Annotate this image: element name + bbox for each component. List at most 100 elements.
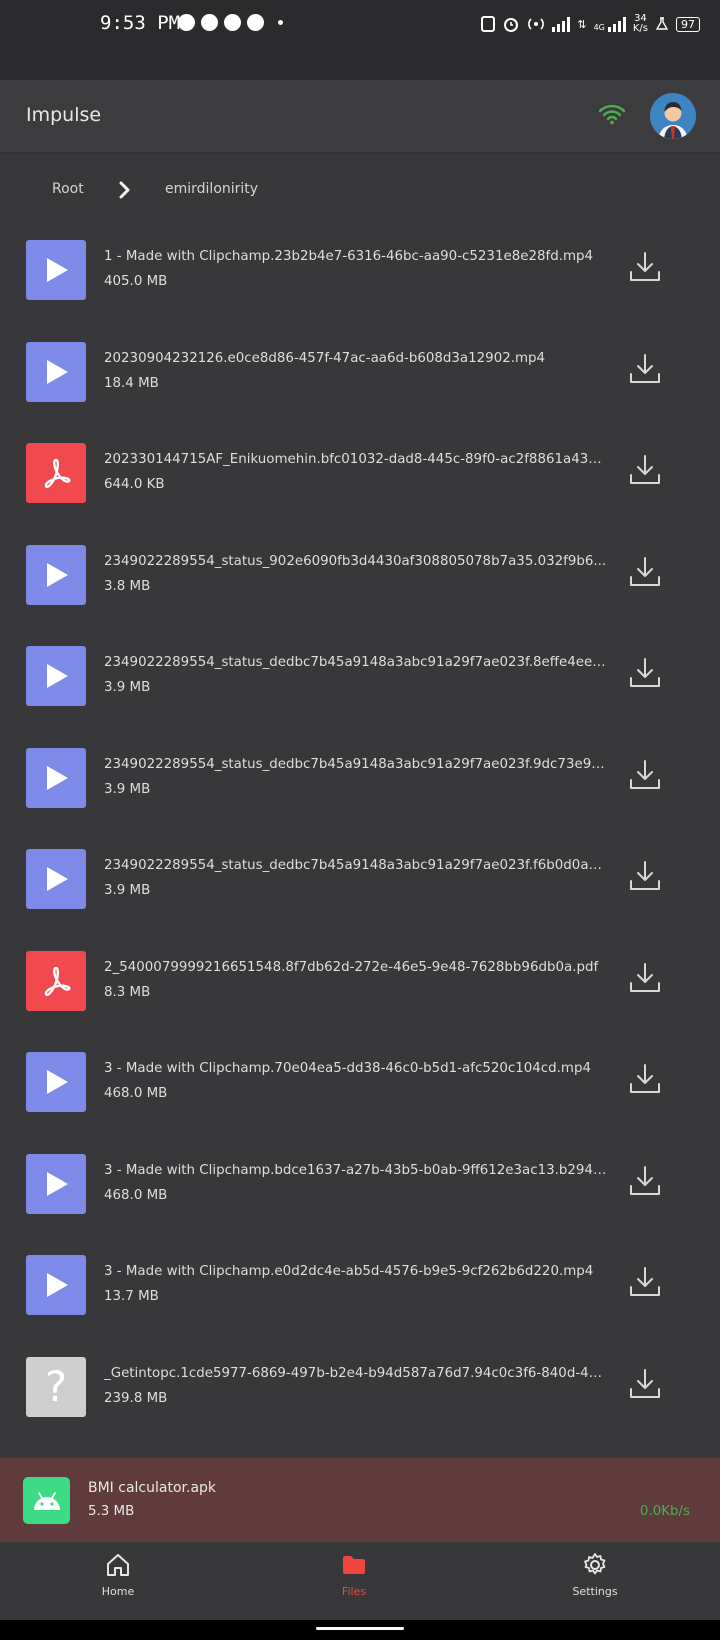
file-size: 13.7 MB	[104, 1289, 159, 1304]
breadcrumb-current[interactable]: emirdilonirity	[165, 181, 258, 197]
file-row[interactable]: 3 - Made with Clipchamp.e0d2dc4e-ab5d-45…	[0, 1245, 720, 1347]
download-icon[interactable]	[628, 453, 662, 487]
file-name: 3 - Made with Clipchamp.70e04ea5-dd38-46…	[104, 1061, 591, 1076]
file-thumbnail	[26, 950, 86, 1011]
home-gesture-handle[interactable]	[316, 1627, 404, 1630]
download-speed: 0.0Kb/s	[639, 1504, 690, 1519]
file-size: 468.0 MB	[104, 1187, 168, 1203]
chevron-right-icon	[119, 181, 130, 199]
signal-4g-icon: 4G	[594, 16, 626, 32]
android-icon	[33, 1491, 60, 1510]
file-row[interactable]: 2349022289554_status_902e6090fb3d4430af3…	[0, 535, 720, 637]
file-row[interactable]: 2349022289554_status_dedbc7b45a9148a3abc…	[0, 839, 720, 941]
file-name: 2349022289554_status_dedbc7b45a9148a3abc…	[104, 756, 609, 772]
game-controller-icon	[201, 14, 218, 31]
user-avatar-icon	[650, 93, 696, 139]
file-row[interactable]: 3 - Made with Clipchamp.bdce1637-a27b-43…	[0, 1144, 720, 1246]
file-size: 3.9 MB	[104, 680, 151, 695]
file-thumbnail	[26, 1153, 86, 1214]
alarm-icon	[504, 18, 519, 32]
file-thumbnail	[26, 443, 86, 503]
notification-icons	[178, 14, 283, 31]
play-icon	[47, 765, 68, 790]
play-icon	[47, 1070, 68, 1094]
download-icon[interactable]	[628, 555, 662, 589]
avatar[interactable]	[650, 93, 696, 139]
file-size: 239.8 MB	[104, 1390, 168, 1406]
file-thumbnail	[26, 1255, 86, 1315]
hotspot-icon	[528, 18, 545, 30]
file-name: 2349022289554_status_902e6090fb3d4430af3…	[104, 553, 607, 569]
status-time: 9:53 PM	[100, 12, 181, 34]
file-row[interactable]: 2_5400079999216651548.8f7db62d-272e-46e5…	[0, 941, 720, 1043]
file-name: 3 - Made with Clipchamp.bdce1637-a27b-43…	[104, 1162, 609, 1178]
file-thumbnail	[26, 747, 86, 808]
download-icon[interactable]	[628, 961, 662, 995]
file-list: 1 - Made with Clipchamp.23b2b4e7-6316-46…	[0, 230, 720, 1448]
file-row[interactable]: 2349022289554_status_dedbc7b45a9148a3abc…	[0, 738, 720, 840]
download-icon[interactable]	[628, 1164, 662, 1198]
download-icon[interactable]	[628, 656, 662, 690]
app-title: Impulse	[26, 104, 102, 126]
download-icon[interactable]	[628, 352, 662, 386]
battery-indicator: 97	[676, 16, 700, 32]
file-size: 3.8 MB	[104, 578, 151, 594]
file-thumbnail	[26, 1052, 86, 1112]
folder-icon	[343, 1556, 365, 1574]
play-icon	[47, 867, 68, 891]
home-icon	[107, 1554, 129, 1576]
file-name: _Getintopc.1cde5977-6869-497b-b2e4-b94d5…	[104, 1365, 609, 1381]
pdf-icon	[44, 458, 71, 489]
play-icon	[224, 14, 241, 31]
download-file-size: 5.3 MB	[88, 1504, 135, 1519]
play-icon	[47, 1171, 68, 1196]
file-size: 468.0 MB	[104, 1086, 168, 1101]
chat-icon	[178, 14, 195, 31]
file-name: 1 - Made with Clipchamp.23b2b4e7-6316-46…	[104, 249, 594, 264]
file-row[interactable]: 202330144715AF_Enikuomehin.bfc01032-dad8…	[0, 433, 720, 535]
system-indicators: ⇅ 4G 34 K/s 97	[481, 14, 700, 34]
play-icon	[47, 258, 68, 282]
file-size: 3.9 MB	[104, 883, 151, 898]
download-icon[interactable]	[628, 758, 662, 792]
breadcrumb-root[interactable]: Root	[52, 181, 84, 197]
file-thumbnail	[26, 341, 86, 402]
download-file-name: BMI calculator.apk	[88, 1480, 217, 1496]
file-thumbnail: ?	[26, 1356, 86, 1417]
download-icon[interactable]	[628, 1062, 662, 1096]
download-icon[interactable]	[628, 859, 662, 893]
pdf-icon	[44, 966, 71, 996]
active-download-panel[interactable]: BMI calculator.apk 5.3 MB 0.0Kb/s	[0, 1458, 720, 1542]
play-icon	[47, 664, 68, 688]
play-icon	[47, 562, 68, 587]
file-name: 3 - Made with Clipchamp.e0d2dc4e-ab5d-45…	[104, 1264, 594, 1279]
nav-settings-label: Settings	[572, 1585, 618, 1598]
nav-files[interactable]: Files	[304, 1552, 404, 1598]
network-type: 4G	[593, 23, 605, 32]
gesture-navigation-bar	[0, 1620, 720, 1640]
file-row[interactable]: 2349022289554_status_dedbc7b45a9148a3abc…	[0, 636, 720, 738]
file-row[interactable]: ? _Getintopc.1cde5977-6869-497b-b2e4-b94d…	[0, 1347, 720, 1449]
file-thumbnail	[26, 849, 86, 909]
file-size: 644.0 KB	[104, 477, 165, 492]
file-name: 202330144715AF_Enikuomehin.bfc01032-dad8…	[104, 452, 609, 467]
status-bar: 9:53 PM ⇅ 4G 34 K/s 97	[0, 0, 720, 80]
download-icon[interactable]	[628, 250, 662, 284]
file-size: 8.3 MB	[104, 984, 151, 1000]
nav-settings[interactable]: Settings	[545, 1552, 645, 1598]
nav-home[interactable]: Home	[68, 1552, 168, 1598]
file-row[interactable]: 1 - Made with Clipchamp.23b2b4e7-6316-46…	[0, 230, 720, 332]
file-row[interactable]: 20230904232126.e0ce8d86-457f-47ac-aa6d-b…	[0, 332, 720, 434]
file-name: 20230904232126.e0ce8d86-457f-47ac-aa6d-b…	[104, 350, 546, 366]
nav-home-label: Home	[101, 1585, 135, 1598]
flask-icon	[655, 17, 669, 30]
file-row[interactable]: 3 - Made with Clipchamp.70e04ea5-dd38-46…	[0, 1042, 720, 1144]
file-name: 2_5400079999216651548.8f7db62d-272e-46e5…	[104, 959, 599, 975]
download-icon[interactable]	[628, 1367, 662, 1401]
gear-icon	[584, 1553, 606, 1575]
nav-files-label: Files	[341, 1585, 367, 1598]
file-name: 2349022289554_status_dedbc7b45a9148a3abc…	[104, 655, 609, 670]
vibrate-icon	[481, 16, 496, 32]
bottom-navigation: Home Files Settings	[0, 1542, 720, 1620]
download-icon[interactable]	[628, 1265, 662, 1299]
